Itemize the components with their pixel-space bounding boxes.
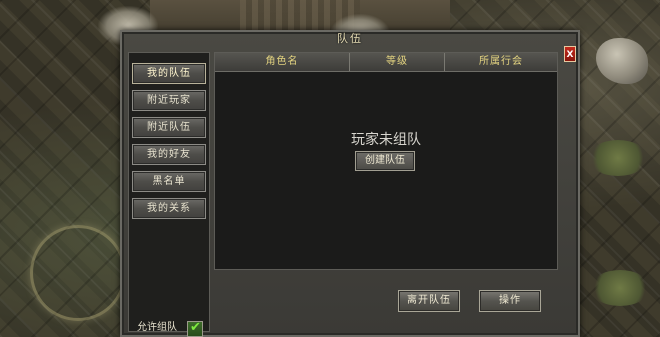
bush [588, 140, 648, 176]
team-window: 队伍 X 我的队伍 附近玩家 附近队伍 我的好友 黑名单 我的关系 允许组队 ✔… [120, 30, 580, 337]
team-list-panel: 角色名 等级 所属行会 玩家未组队 创建队伍 [214, 52, 558, 270]
operate-button[interactable]: 操作 [479, 290, 541, 312]
column-header-name: 角色名 [265, 56, 299, 67]
allow-team-checkbox[interactable]: ✔ [187, 320, 203, 337]
nav-my-team[interactable]: 我的队伍 [132, 63, 206, 84]
ground-rune-circle [30, 225, 126, 321]
nav-my-relations[interactable]: 我的关系 [132, 198, 206, 219]
no-team-message: 玩家未组队 [351, 132, 421, 148]
create-team-button[interactable]: 创建队伍 [355, 151, 415, 171]
nav-my-friends[interactable]: 我的好友 [132, 144, 206, 165]
allow-team-label: 允许组队 [137, 322, 177, 333]
column-header-level: 等级 [386, 56, 408, 67]
close-button[interactable]: X [564, 46, 576, 62]
table-header: 角色名 等级 所属行会 [215, 53, 557, 72]
nav-blacklist[interactable]: 黑名单 [132, 171, 206, 192]
nav-panel: 我的队伍 附近玩家 附近队伍 我的好友 黑名单 我的关系 允许组队 ✔ [128, 52, 210, 337]
bush [590, 270, 650, 306]
column-header-guild: 所属行会 [479, 56, 523, 67]
checkmark-icon: ✔ [190, 320, 201, 335]
leave-team-button[interactable]: 离开队伍 [398, 290, 460, 312]
nav-nearby-players[interactable]: 附近玩家 [132, 90, 206, 111]
nav-nearby-teams[interactable]: 附近队伍 [132, 117, 206, 138]
window-title: 队伍 [337, 32, 363, 45]
